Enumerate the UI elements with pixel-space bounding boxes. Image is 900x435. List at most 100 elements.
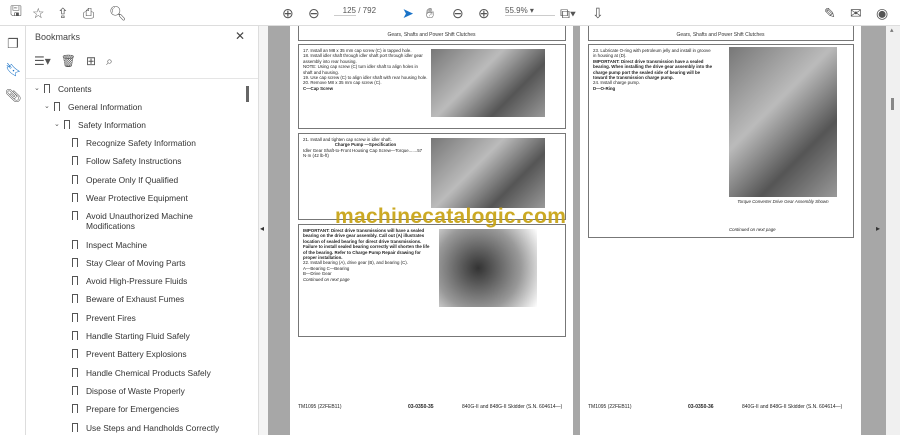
panel-title: Bookmarks <box>35 32 81 42</box>
instruction-box-3: IMPORTANT: Direct drive transmissions wi… <box>298 224 566 337</box>
zoom-select[interactable]: 55.9% ▾ <box>505 6 555 16</box>
legend-text: D—O-Ring <box>593 85 616 91</box>
bookmark-item[interactable]: Prevent Battery Explosions <box>72 349 258 367</box>
bookmark-label: Contents <box>58 84 92 94</box>
bookmark-icon[interactable]: 🔖︎ <box>5 62 22 78</box>
bookmark-item[interactable]: Recognize Safety Information <box>72 138 258 156</box>
chevron-down-icon[interactable]: ⌄ <box>44 102 54 112</box>
watermark: machinecatalogic.com <box>335 205 567 228</box>
bookmark-icon <box>72 349 78 359</box>
previous-page-icon[interactable]: ⊕︎ <box>282 4 294 22</box>
page-number-input[interactable]: 125 <box>334 6 356 16</box>
legend-text: C—Cap Screw <box>303 85 334 91</box>
footer-page-number: 03-0350-35 <box>408 404 434 410</box>
step-text: 23. Lubricate O-ring with petroleum jell… <box>593 48 711 59</box>
bookmark-icon <box>72 331 78 340</box>
bookmark-label: Prepare for Emergencies <box>86 404 180 415</box>
delete-icon[interactable]: 🗑︎ <box>61 54 76 69</box>
bookmark-label: Follow Safety Instructions <box>86 156 182 167</box>
scroll-mode-icon[interactable]: ⇩ <box>592 4 604 22</box>
bookmark-item[interactable]: Avoid Unauthorized Machine Modifications <box>72 211 258 231</box>
bookmark-item[interactable]: Dispose of Waste Properly <box>72 385 258 404</box>
search-icon[interactable]: 🔍︎ <box>109 4 127 22</box>
expand-panel-arrow-icon[interactable]: ▸ <box>876 224 880 233</box>
bookmark-icon <box>72 385 78 395</box>
upload-cloud-icon[interactable]: ⇪ <box>57 4 69 22</box>
bookmark-item[interactable]: Handle Starting Fluid Safely <box>72 331 258 349</box>
zoom-out-icon[interactable]: ⊖ <box>452 4 464 22</box>
page-fit-icon[interactable]: ⧉▾ <box>560 4 576 22</box>
important-text: IMPORTANT: Direct drive transmission hav… <box>593 58 713 81</box>
bookmark-item[interactable]: Inspect Machine <box>72 239 258 258</box>
illustration <box>431 49 545 117</box>
bookmark-item[interactable]: Wear Protective Equipment <box>72 192 258 211</box>
bookmark-icon <box>72 276 78 286</box>
bookmark-item[interactable]: Follow Safety Instructions <box>72 156 258 174</box>
close-icon[interactable]: ✕ <box>235 29 245 43</box>
vertical-scrollbar[interactable]: ▴ <box>886 26 900 435</box>
panel-scrollbar[interactable] <box>246 86 249 102</box>
bookmark-item[interactable]: Prevent Fires <box>72 312 258 331</box>
bookmark-label: General Information <box>68 102 143 112</box>
bookmark-item[interactable]: Avoid High-Pressure Fluids <box>72 276 258 294</box>
bookmark-label: Stay Clear of Moving Parts <box>86 257 186 268</box>
bookmark-label: Recognize Safety Information <box>86 138 196 148</box>
scroll-thumb[interactable] <box>891 98 894 110</box>
bookmark-icon <box>72 211 78 221</box>
fill-sign-icon[interactable]: ✎ <box>824 4 836 22</box>
bookmark-label: Beware of Exhaust Fumes <box>86 294 185 305</box>
bookmark-icon <box>72 367 78 377</box>
find-bookmark-icon[interactable]: ⌕ <box>106 54 113 69</box>
pages-thumbnail-icon[interactable]: ❐ <box>5 36 21 52</box>
select-cursor-icon[interactable]: ➤ <box>402 4 414 22</box>
caption: Torque Converter Drive Gear Assembly Sho… <box>737 199 829 204</box>
instruction-box-1: 17. Install an M8 x 35 mm cap screw (C) … <box>298 44 566 129</box>
bookmark-icon <box>72 294 78 304</box>
save-icon[interactable]: 🖫 <box>10 3 22 22</box>
bookmark-item[interactable]: ⌄ Contents <box>34 84 249 102</box>
bookmark-item[interactable]: Prepare for Emergencies <box>72 404 258 422</box>
bookmark-item[interactable]: Use Steps and Handholds Correctly <box>72 422 258 435</box>
bookmark-label: Use Steps and Handholds Correctly <box>86 422 220 433</box>
new-bookmark-icon[interactable]: ⊞ <box>86 54 96 69</box>
next-page-icon[interactable]: ⊖︎ <box>308 4 320 22</box>
bookmark-item[interactable]: ⌄ General Information <box>44 102 258 120</box>
bookmark-icon <box>72 174 78 184</box>
email-icon[interactable]: ✉ <box>850 4 862 22</box>
options-menu-icon[interactable]: ☰▾ <box>34 54 51 69</box>
attachment-icon[interactable]: 📎︎ <box>5 88 22 104</box>
illustration <box>729 47 837 197</box>
illustration <box>439 229 537 307</box>
step-text: 18. Install idler shaft through idler sh… <box>303 53 423 64</box>
bookmark-label: Operate Only If Qualified <box>86 174 179 185</box>
bookmark-icon <box>72 239 78 249</box>
bookmark-item[interactable]: Operate Only If Qualified <box>72 174 258 193</box>
bookmark-icon <box>72 192 78 202</box>
page-navigator[interactable]: 125 / 792 <box>334 6 376 16</box>
continued-text: Continued on next page <box>729 227 776 232</box>
footer-doc-id: TM1095 (22FEB11) <box>588 404 632 410</box>
footer-model: 840G-II and 848G-II Skidder (S.N. 604614… <box>742 404 843 410</box>
bookmark-label: Inspect Machine <box>86 239 147 250</box>
hand-tool-icon[interactable]: ✋︎ <box>426 4 434 22</box>
bookmark-item[interactable]: Stay Clear of Moving Parts <box>72 257 258 276</box>
print-icon[interactable]: ⎙ <box>83 4 94 22</box>
collapse-panel-arrow-icon[interactable]: ◂ <box>260 224 264 233</box>
toolbar: 🖫 ☆ ⇪ ⎙ 🔍︎ ⊕︎ ⊖︎ 125 / 792 ➤ ✋︎ ⊖ ⊕ 55.9… <box>0 0 900 26</box>
bookmark-icon <box>72 404 78 414</box>
pdf-page-left: Gears, Shafts and Power Shift Clutches 1… <box>290 26 573 435</box>
chevron-down-icon[interactable]: ⌄ <box>54 120 64 130</box>
zoom-in-icon[interactable]: ⊕ <box>478 4 490 22</box>
bookmark-item[interactable]: Beware of Exhaust Fumes <box>72 294 258 312</box>
bookmark-label: Prevent Fires <box>86 312 136 323</box>
bookmark-item[interactable]: ⌄ Safety Information <box>54 120 258 138</box>
bookmark-icon <box>72 422 78 432</box>
continued-text: Continued on next page <box>303 276 350 282</box>
bookmark-item[interactable]: Handle Chemical Products Safely <box>72 367 258 386</box>
chevron-down-icon[interactable]: ⌄ <box>34 84 44 94</box>
account-icon[interactable]: ◉ <box>876 4 888 22</box>
star-icon[interactable]: ☆ <box>32 4 45 22</box>
zoom-value: 55.9% <box>505 6 528 15</box>
bookmark-label: Safety Information <box>78 120 146 130</box>
bookmark-label: Handle Starting Fluid Safely <box>86 331 190 341</box>
